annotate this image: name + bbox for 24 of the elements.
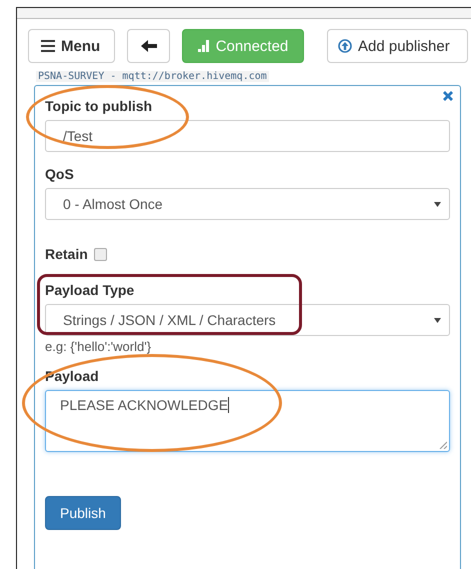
- text-area[interactable]: PLEASE ACKNOWLEDGE: [45, 390, 450, 452]
- field-label: Payload: [45, 368, 100, 384]
- upload-circle-icon: [338, 39, 352, 53]
- dropdown-caret-icon: [434, 202, 441, 206]
- field-label: QoS: [45, 166, 75, 182]
- close-icon: [442, 90, 454, 102]
- publish-button[interactable]: Publish: [45, 496, 121, 530]
- menu-button[interactable]: Menu: [28, 29, 115, 63]
- left-arrow-icon: [140, 40, 156, 52]
- dropdown[interactable]: 0 - Almost Once: [45, 188, 450, 220]
- resize-grip-icon: [439, 441, 447, 449]
- field-label: Payload Type: [45, 282, 136, 298]
- connection-label: PSNA-SURVEY - mqtt://broker.hivemq.com: [36, 71, 269, 82]
- back-button[interactable]: [127, 29, 170, 63]
- checkbox[interactable]: [94, 248, 107, 260]
- dropdown-caret-icon: [434, 318, 441, 322]
- dropdown[interactable]: Strings / JSON / XML / Characters: [45, 304, 450, 336]
- field-label: Retain: [45, 246, 88, 262]
- text-field[interactable]: /Test: [45, 120, 450, 152]
- add-publisher-button[interactable]: Add publisher: [327, 29, 468, 63]
- menu-icon: [41, 40, 55, 52]
- signal-bars-icon: [198, 40, 210, 52]
- field-label: Topic to publish: [45, 98, 154, 114]
- hint-text: e.g: {'hello':'world'}: [45, 339, 152, 354]
